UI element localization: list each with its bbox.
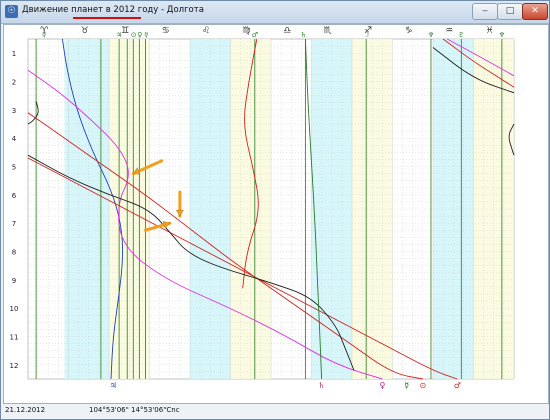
top-planet-label-7: ☽ [363,31,369,39]
top-planet-label-6: ♄ [300,31,306,39]
bottom-planet-label-4: ⊙ [420,381,427,390]
month-label-5: 5 [12,164,16,172]
bottom-planet-label-2: ♀ [379,381,385,390]
month-label-1: 1 [12,50,16,58]
bottom-planet-label-3: ☿ [404,381,409,390]
bottom-planet-label-1: ♄ [318,381,325,390]
status-bar: 21.12.2012 104°53'06" 14°53'06"Cnc [3,404,547,418]
month-label-6: 6 [12,192,17,200]
cyan-band-0 [64,39,109,379]
zodiac-label-2: ♊ [121,26,129,36]
zodiac-label-5: ♍ [243,26,251,36]
top-planet-label-10: ♆ [499,31,505,39]
planet-motion-chart[interactable]: ♈ ♉ ♊ ♋ ♌ ♍ ♎ ♏ ♐ ♑ ♒ ♓☿ ♃ ⊙ ♀ ☿ ♂ ♄ ☽ ♆ ♇ ♆123456789101112♃ ♄… [4,25,548,403]
month-label-9: 9 [12,277,16,285]
top-planet-label-2: ⊙ [131,31,137,39]
top-planet-label-9: ♇ [458,31,464,39]
month-label-10: 10 [10,305,19,313]
top-planet-label-8: ♆ [428,31,434,39]
status-date: 21.12.2012 [5,406,46,414]
title-bar[interactable]: ☉ Движение планет в 2012 году - Долгота … [1,1,549,24]
zodiac-label-11: ♓ [486,26,494,36]
window-title: Движение планет в 2012 году - Долгота [22,5,204,15]
zodiac-label-9: ♑ [405,26,413,36]
zodiac-label-3: ♋ [162,26,170,36]
month-label-11: 11 [10,334,19,342]
bottom-planet-label-0: ♃ [109,381,116,390]
chart-area[interactable]: ♈ ♉ ♊ ♋ ♌ ♍ ♎ ♏ ♐ ♑ ♒ ♓ ☿ ♃ ⊙ ♀ ☿ ♂ ♄ ☽ ♆ ♇ ♆ 1 2 3 4 5 6 7 8 9 10 11 12 ♃ ♄… [3,24,549,404]
status-coordinates: 104°53'06" 14°53'06"Cnc [89,406,180,414]
zodiac-label-4: ♌ [202,26,210,36]
bottom-planet-label-5: ♂ [454,381,461,390]
close-button[interactable]: ✕ [522,3,548,20]
month-label-2: 2 [12,79,16,87]
month-label-8: 8 [12,249,16,257]
month-label-3: 3 [12,107,16,115]
month-label-4: 4 [12,135,17,143]
title-underline-mark [73,17,141,19]
month-label-12: 12 [10,362,19,370]
top-planet-label-0: ☿ [42,31,46,39]
zodiac-label-1: ♉ [81,26,89,36]
top-planet-label-5: ♂ [252,31,258,39]
app-window: ☉ Движение планет в 2012 году - Долгота … [0,0,550,420]
top-planet-label-4: ☿ [144,31,148,39]
top-planet-label-3: ♀ [137,31,142,39]
minimize-button[interactable]: ‒ [472,3,498,20]
zodiac-label-7: ♏ [324,26,332,36]
app-icon: ☉ [5,5,18,18]
zodiac-label-6: ♎ [283,26,291,36]
maximize-button[interactable]: □ [497,3,523,20]
month-label-7: 7 [12,220,16,228]
zodiac-label-10: ♒ [445,26,453,36]
top-planet-label-1: ♃ [116,31,122,39]
